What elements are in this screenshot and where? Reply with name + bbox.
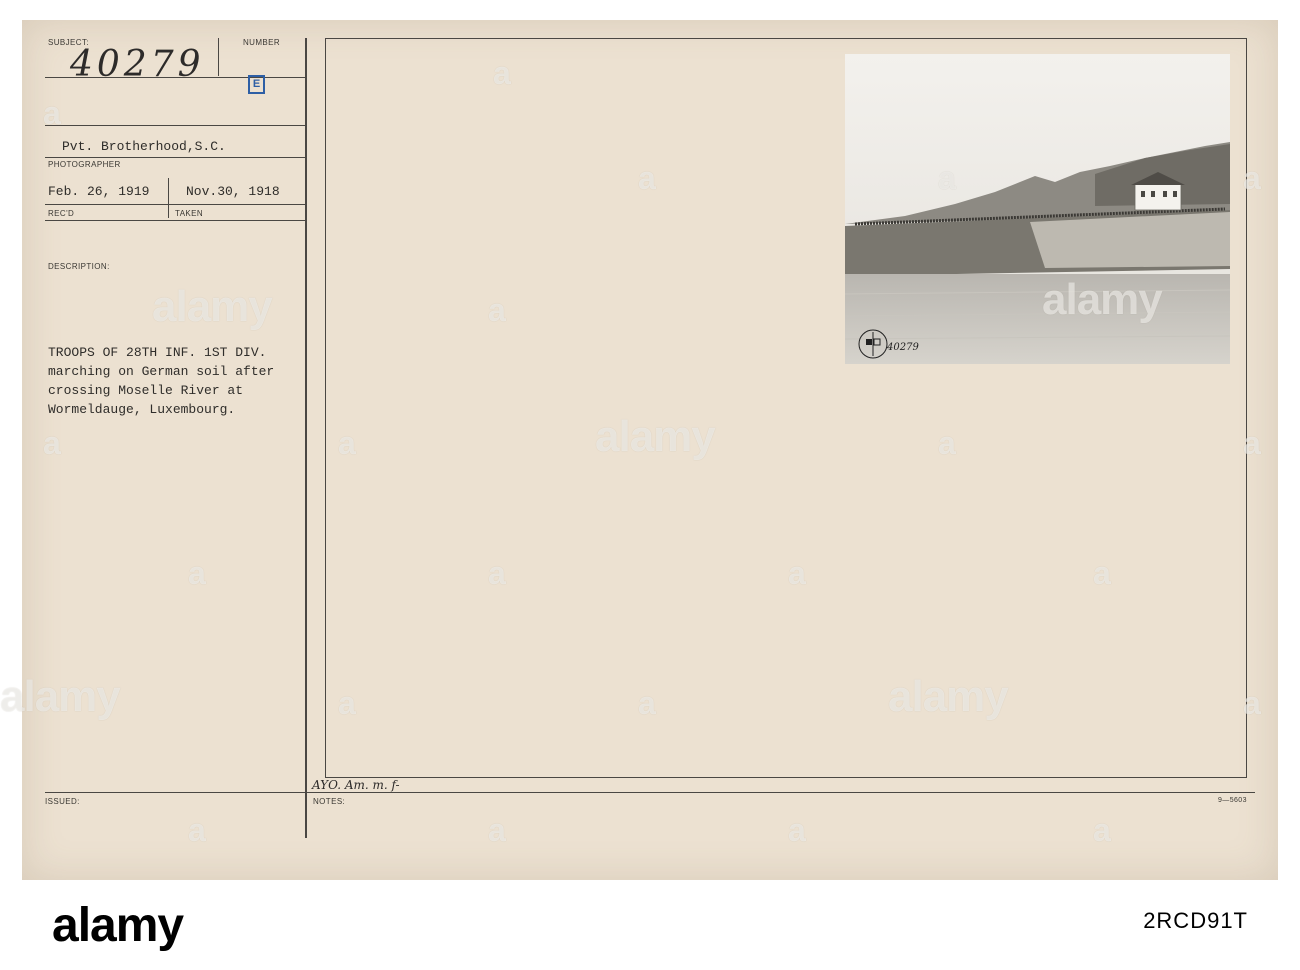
watermark-a: a bbox=[1093, 812, 1111, 848]
watermark-a: a bbox=[488, 555, 506, 591]
divider-left-column bbox=[305, 38, 307, 838]
watermark-alamy: alamy bbox=[0, 672, 121, 721]
rule-dates bbox=[45, 204, 305, 205]
watermark-a: a bbox=[938, 425, 956, 461]
watermark-a: a bbox=[338, 425, 356, 461]
description-line: TROOPS OF 28TH INF. 1ST DIV. bbox=[48, 345, 267, 360]
notes-label: NOTES: bbox=[313, 797, 346, 806]
rule-issued bbox=[45, 792, 1255, 793]
alamy-logo: alamy bbox=[52, 899, 184, 952]
photographer-name: Pvt. Brotherhood,S.C. bbox=[62, 139, 226, 154]
watermark-a: a bbox=[488, 292, 506, 328]
number-label: NUMBER bbox=[243, 38, 281, 47]
photo-stamp-number: 40279 bbox=[887, 342, 919, 353]
watermark-a: a bbox=[1243, 425, 1261, 461]
description-line: Wormeldauge, Luxembourg. bbox=[48, 402, 236, 417]
watermark-a: a bbox=[488, 812, 506, 848]
subject-number: 40279 bbox=[70, 44, 205, 85]
rule-photographer-top bbox=[45, 125, 305, 126]
divider-dates bbox=[168, 178, 169, 218]
divider-subject-number bbox=[218, 38, 219, 76]
footer-band bbox=[0, 882, 1300, 970]
description-line: crossing Moselle River at bbox=[48, 383, 244, 398]
watermark-a: a bbox=[493, 55, 511, 91]
landscape-photo bbox=[845, 54, 1230, 364]
description-line: marching on German soil after bbox=[48, 364, 275, 379]
watermark-alamy: alamy bbox=[595, 412, 716, 461]
watermark-alamy: alamy bbox=[152, 282, 273, 331]
watermark-alamy: alamy bbox=[1042, 275, 1163, 324]
watermark-a: a bbox=[188, 555, 206, 591]
watermark-a: a bbox=[43, 425, 61, 461]
received-label: REC'D bbox=[48, 209, 75, 218]
rule-photographer bbox=[45, 157, 305, 158]
mounted-photograph: 40279 bbox=[845, 54, 1230, 364]
form-code: 9—5603 bbox=[1218, 797, 1247, 804]
watermark-a: a bbox=[638, 685, 656, 721]
notes-handwriting: AYO. Am. m. f- bbox=[312, 778, 400, 792]
watermark-a: a bbox=[638, 160, 656, 196]
watermark-a: a bbox=[1093, 555, 1111, 591]
watermark-a: a bbox=[938, 160, 956, 196]
watermark-a: a bbox=[1243, 685, 1261, 721]
taken-date: Nov.30, 1918 bbox=[186, 184, 280, 199]
rule-dates-bottom bbox=[45, 220, 305, 221]
watermark-a: a bbox=[188, 812, 206, 848]
received-date: Feb. 26, 1919 bbox=[48, 184, 150, 199]
taken-label: TAKEN bbox=[175, 209, 204, 218]
watermark-a: a bbox=[43, 95, 61, 131]
issued-label: ISSUED: bbox=[45, 797, 80, 806]
description-text: TROOPS OF 28TH INF. 1ST DIV. marching on… bbox=[48, 343, 274, 419]
photographer-label: PHOTOGRAPHER bbox=[48, 160, 121, 169]
watermark-alamy: alamy bbox=[888, 672, 1009, 721]
watermark-a: a bbox=[338, 685, 356, 721]
watermark-a: a bbox=[788, 812, 806, 848]
image-id: 2RCD91T bbox=[1143, 908, 1248, 933]
number-stamp: E bbox=[248, 75, 265, 94]
description-label: DESCRIPTION: bbox=[48, 262, 110, 271]
watermark-a: a bbox=[1243, 160, 1261, 196]
watermark-a: a bbox=[788, 555, 806, 591]
